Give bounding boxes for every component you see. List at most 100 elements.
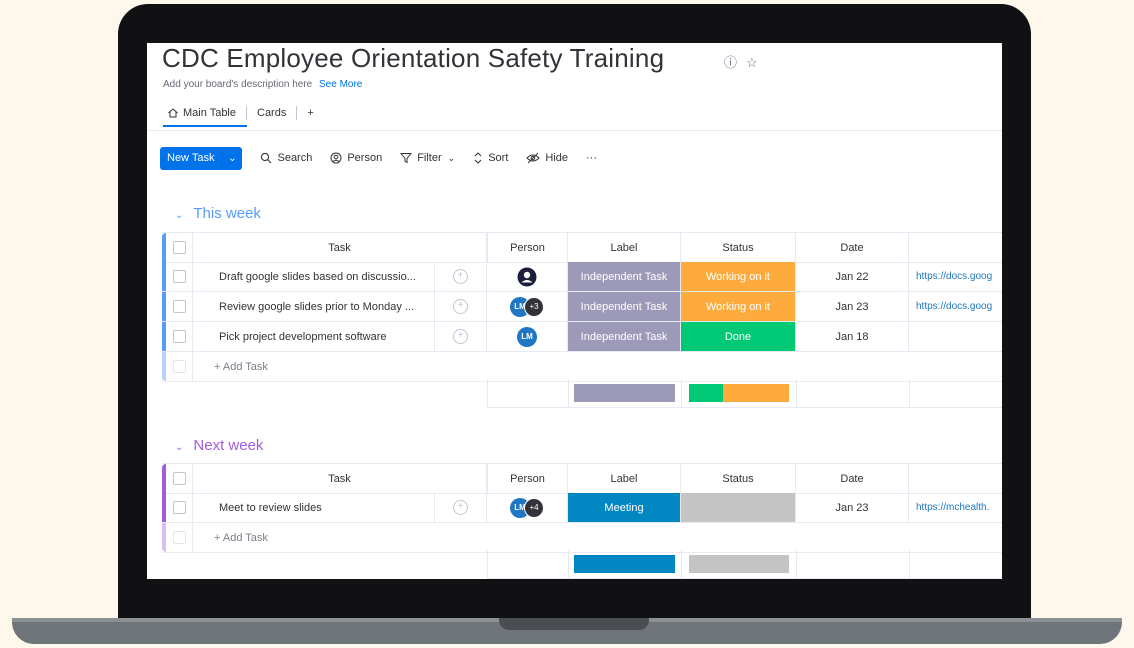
view-tabs: Main Table Cards + <box>167 103 324 123</box>
add-task-input[interactable]: + Add Task <box>193 523 1002 552</box>
group-summary-row <box>487 379 1002 408</box>
updates-cell[interactable]: + <box>435 292 487 321</box>
filter-label: Filter <box>417 152 442 164</box>
tab-main-table-label: Main Table <box>183 107 236 119</box>
row-checkbox[interactable] <box>172 330 186 343</box>
task-name-cell[interactable]: Meet to review slides <box>193 493 435 522</box>
status-summary-working-bar[interactable] <box>723 384 789 402</box>
add-view-label: + <box>307 107 314 119</box>
task-name-cell[interactable]: Review google slides prior to Monday ... <box>193 292 435 321</box>
date-cell[interactable]: Jan 22 <box>796 262 909 291</box>
status-cell[interactable]: Working on it <box>681 292 796 321</box>
table-row[interactable]: Review google slides prior to Monday ...… <box>162 292 1002 322</box>
person-cell[interactable] <box>487 262 568 291</box>
filter-chevron-icon[interactable]: ⌄ <box>448 153 456 164</box>
status-cell[interactable]: Done <box>681 322 796 351</box>
status-cell[interactable] <box>681 493 796 522</box>
column-header-date[interactable]: Date <box>796 464 909 493</box>
column-header-status[interactable]: Status <box>681 233 796 262</box>
group-title-next-week[interactable]: ⌄ Next week <box>175 437 263 454</box>
info-icon[interactable]: ⓘ <box>724 55 737 70</box>
link-cell[interactable] <box>909 322 1002 351</box>
board-title: CDC Employee Orientation Safety Training <box>162 43 665 73</box>
sort-icon <box>474 152 482 164</box>
label-cell[interactable]: Independent Task <box>568 262 681 291</box>
column-header-person[interactable]: Person <box>487 464 568 493</box>
status-summary-empty-bar[interactable] <box>689 555 789 573</box>
filter-button[interactable]: Filter ⌄ <box>400 152 455 164</box>
person-cell[interactable]: LM +3 <box>487 292 568 321</box>
tab-cards-label: Cards <box>257 107 287 119</box>
column-header-label[interactable]: Label <box>568 233 681 262</box>
chevron-down-icon[interactable]: ⌄ <box>175 210 183 221</box>
select-all-checkbox[interactable] <box>172 241 186 254</box>
app-screen: CDC Employee Orientation Safety Training… <box>147 43 1002 579</box>
person-cell[interactable]: LM <box>487 322 568 351</box>
new-task-button[interactable]: New Task ⌄ <box>160 146 243 170</box>
link-cell[interactable]: https://mchealth. <box>909 493 1002 522</box>
add-task-row[interactable]: + Add Task <box>162 352 1002 382</box>
add-update-icon[interactable]: + <box>453 299 468 314</box>
status-summary-done-bar[interactable] <box>689 384 723 402</box>
add-view-button[interactable]: + <box>307 107 323 119</box>
add-update-icon[interactable]: + <box>453 329 468 344</box>
task-name-cell[interactable]: Draft google slides based on discussio..… <box>193 262 435 291</box>
add-task-row[interactable]: + Add Task <box>162 523 1002 553</box>
chevron-down-icon[interactable]: ⌄ <box>175 442 183 453</box>
label-summary-bar[interactable] <box>574 384 675 402</box>
chevron-down-icon[interactable]: ⌄ <box>221 146 242 170</box>
label-summary-bar[interactable] <box>574 555 675 573</box>
add-update-icon[interactable]: + <box>453 269 468 284</box>
task-name-cell[interactable]: Pick project development software <box>193 322 435 351</box>
tab-cards[interactable]: Cards <box>257 107 296 119</box>
hide-button[interactable]: Hide <box>526 152 568 164</box>
column-header-task[interactable]: Task <box>193 233 487 262</box>
date-cell[interactable]: Jan 18 <box>796 322 909 351</box>
table-row[interactable]: Draft google slides based on discussio..… <box>162 262 1002 292</box>
row-checkbox[interactable] <box>172 501 186 514</box>
row-checkbox[interactable] <box>172 300 186 313</box>
column-header-status[interactable]: Status <box>681 464 796 493</box>
new-task-label[interactable]: New Task <box>160 152 221 164</box>
add-task-input[interactable]: + Add Task <box>193 352 1002 381</box>
updates-cell[interactable]: + <box>435 322 487 351</box>
column-header-date[interactable]: Date <box>796 233 909 262</box>
label-cell[interactable]: Independent Task <box>568 322 681 351</box>
sort-button[interactable]: Sort <box>473 152 508 164</box>
person-filter-button[interactable]: Person <box>330 152 382 164</box>
status-cell[interactable]: Working on it <box>681 262 796 291</box>
group-summary-row <box>487 550 1002 579</box>
home-icon <box>168 108 178 118</box>
group-title-this-week[interactable]: ⌄ This week <box>175 205 261 222</box>
label-cell[interactable]: Independent Task <box>568 292 681 321</box>
column-header-person[interactable]: Person <box>487 233 568 262</box>
link-cell[interactable]: https://docs.goog <box>909 292 1002 321</box>
person-cell[interactable]: LM +4 <box>487 493 568 522</box>
column-header-label[interactable]: Label <box>568 464 681 493</box>
updates-cell[interactable]: + <box>435 262 487 291</box>
row-select-cell <box>166 322 193 351</box>
column-header-task[interactable]: Task <box>193 464 487 493</box>
table-row[interactable]: Pick project development software + LM I… <box>162 322 1002 352</box>
date-cell[interactable]: Jan 23 <box>796 493 909 522</box>
table-row[interactable]: Meet to review slides + LM +4 Meeting Ja… <box>162 493 1002 523</box>
search-button[interactable]: Search <box>260 152 312 164</box>
add-update-icon[interactable]: + <box>453 500 468 515</box>
summary-date-cell <box>797 379 910 407</box>
row-select-cell <box>166 292 193 321</box>
link-cell[interactable]: https://docs.goog <box>909 262 1002 291</box>
board-description-text[interactable]: Add your board's description here <box>163 79 312 90</box>
summary-person-cell <box>488 379 569 407</box>
label-cell[interactable]: Meeting <box>568 493 681 522</box>
select-all-checkbox[interactable] <box>172 472 186 485</box>
see-more-link[interactable]: See More <box>319 79 362 90</box>
group-this-week-label: This week <box>193 205 261 222</box>
more-options-button[interactable]: ··· <box>586 152 597 164</box>
row-checkbox[interactable] <box>172 270 186 283</box>
updates-cell[interactable]: + <box>435 493 487 522</box>
star-icon[interactable]: ☆ <box>746 55 758 70</box>
row-select-cell <box>166 262 193 291</box>
search-label: Search <box>277 152 313 164</box>
tab-main-table[interactable]: Main Table <box>167 107 246 119</box>
date-cell[interactable]: Jan 23 <box>796 292 909 321</box>
